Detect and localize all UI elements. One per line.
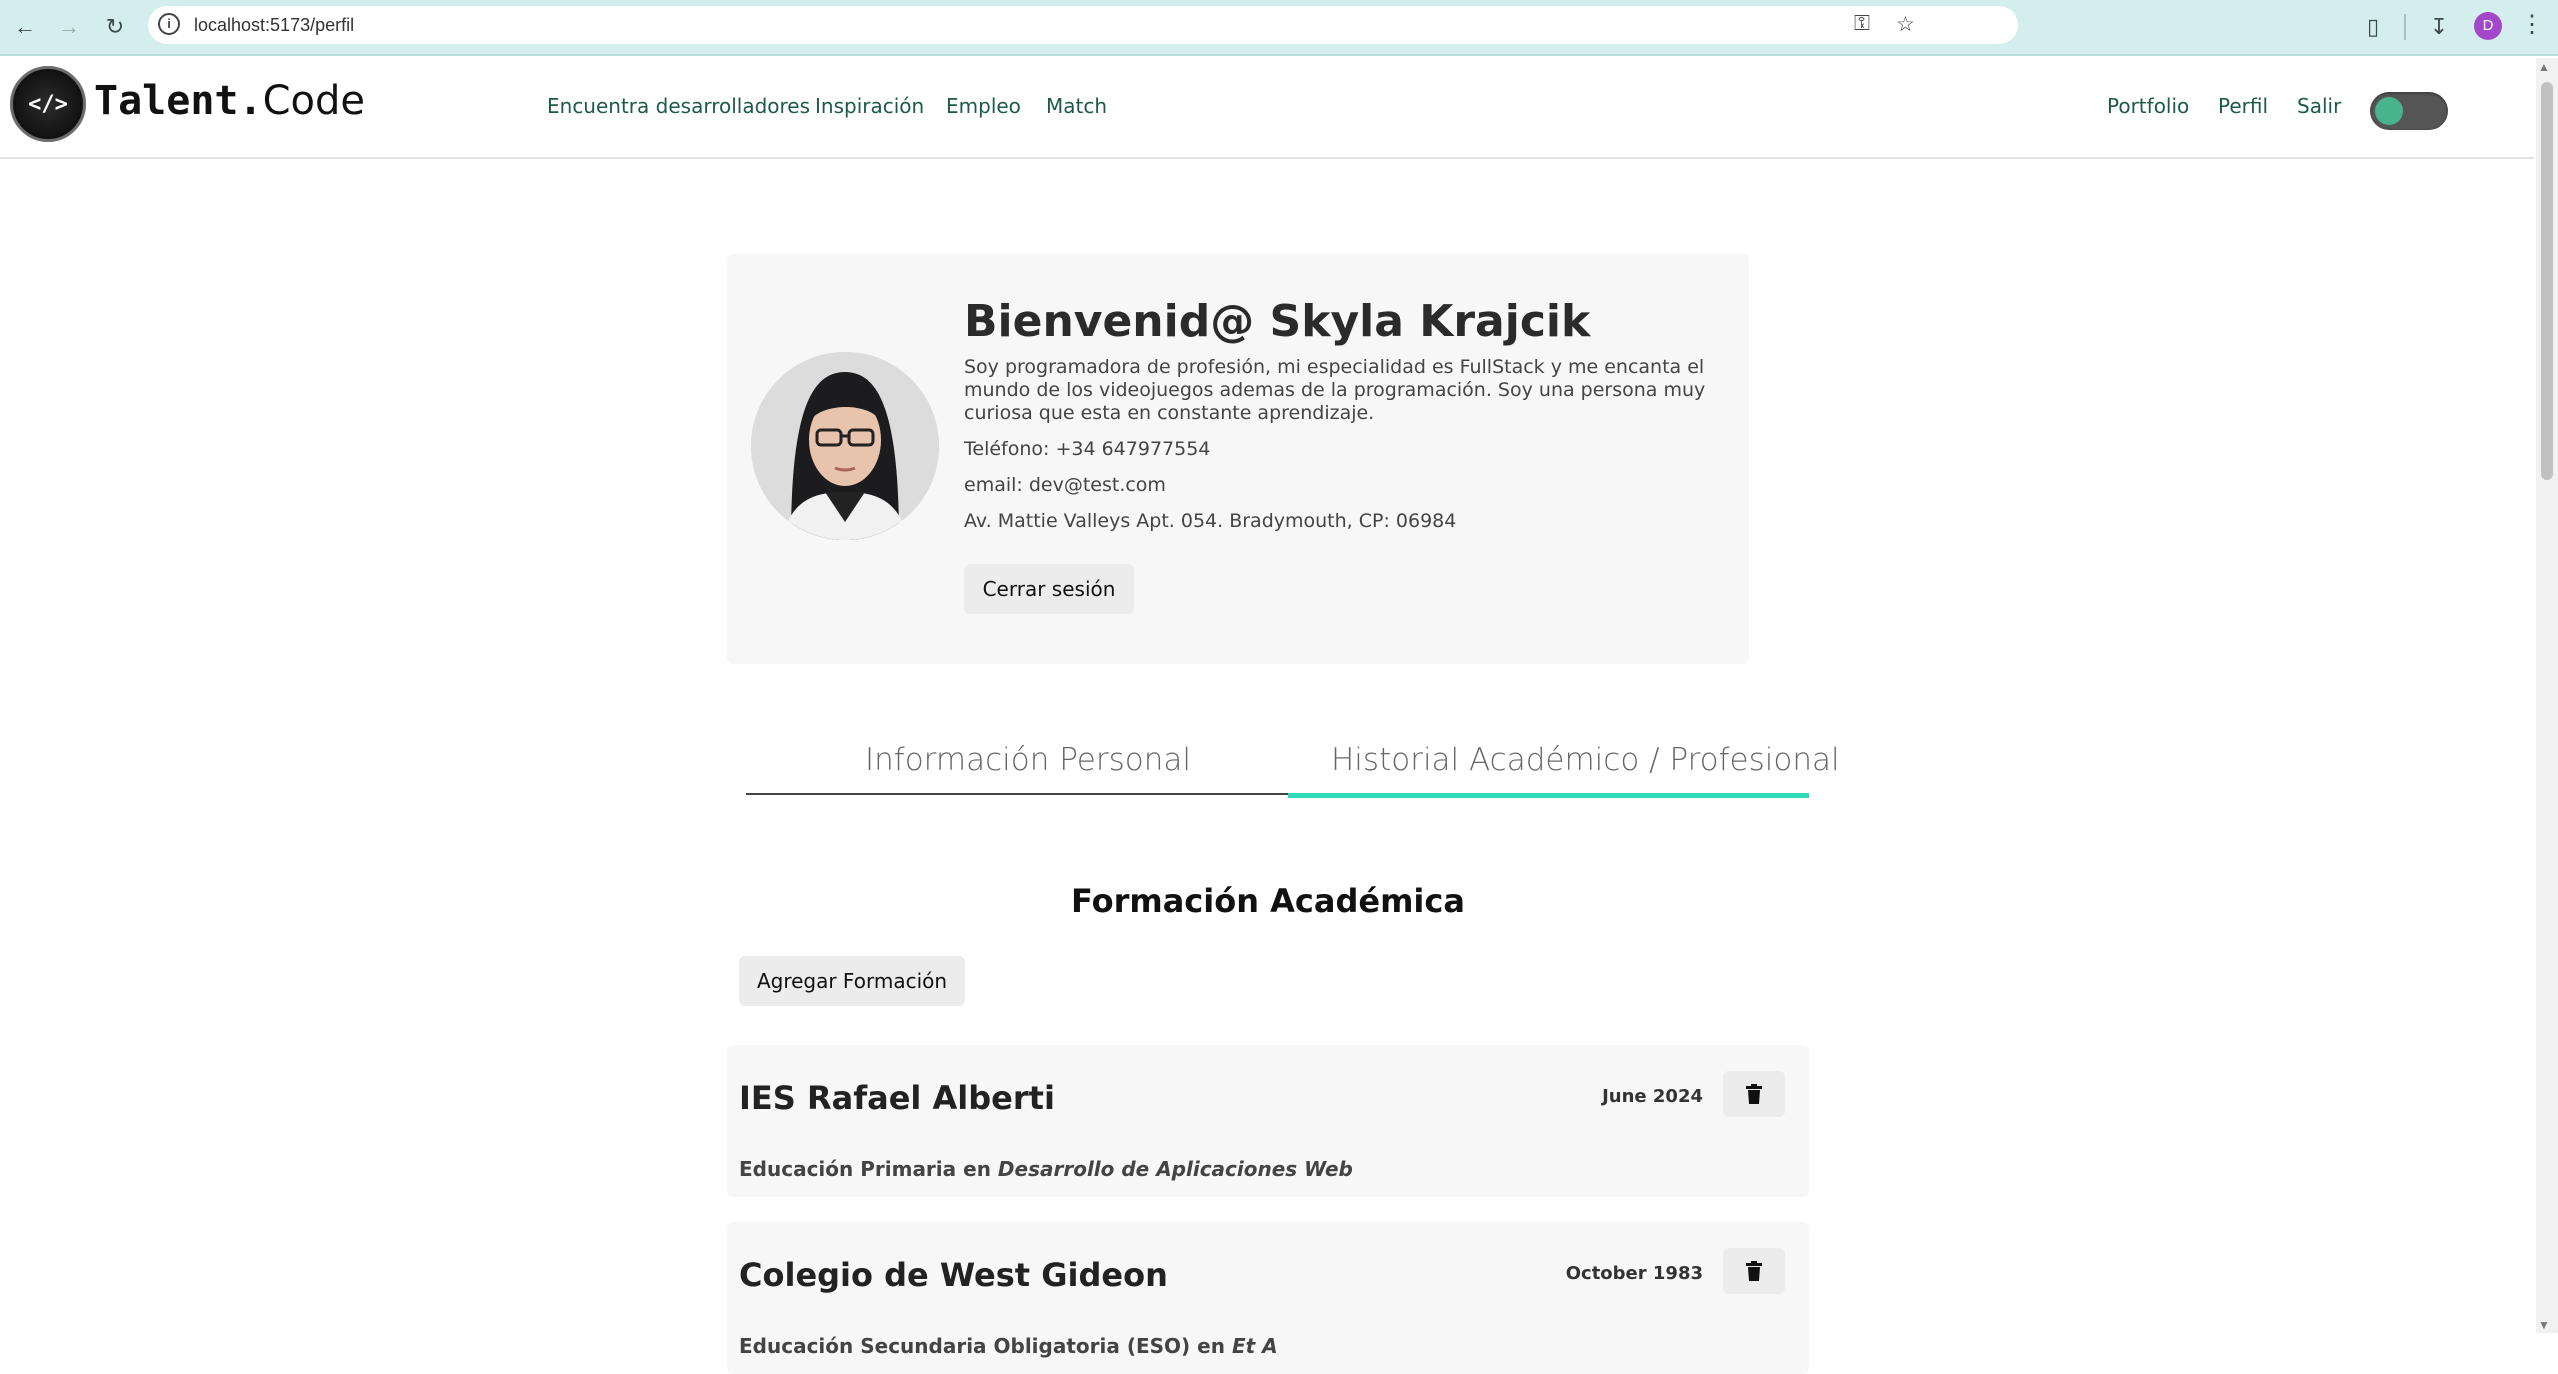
profile-bio: Soy programadora de profesión, mi especi… [964, 356, 1706, 424]
reload-icon[interactable]: ↻ [98, 10, 132, 44]
tab-informacion-personal[interactable]: Información Personal [865, 742, 1191, 778]
nav-link-perfil[interactable]: Perfil [2218, 94, 2268, 118]
delete-entry-button[interactable] [1723, 1248, 1785, 1294]
education-entry: Colegio de West Gideon October 1983 Educ… [727, 1222, 1809, 1374]
toolbar-divider [2404, 14, 2406, 40]
welcome-heading: Bienvenid@ Skyla Krajcik [964, 296, 1591, 347]
education-field: Et A [1231, 1334, 1278, 1358]
brand-name[interactable]: Talent.Code [94, 78, 365, 124]
tab-historial-academico[interactable]: Historial Académico / Profesional [1331, 742, 1840, 778]
download-icon[interactable]: ↧ [2422, 10, 2456, 44]
profile-address: Av. Mattie Valleys Apt. 054. Bradymouth,… [964, 510, 1457, 532]
education-date: October 1983 [1565, 1263, 1703, 1284]
profile-email: email: dev@test.com [964, 474, 1166, 496]
back-arrow-icon[interactable]: ← [8, 10, 42, 44]
logout-button[interactable]: Cerrar sesión [964, 564, 1134, 614]
section-title-formacion: Formación Académica [1071, 882, 1465, 920]
nav-link-empleo[interactable]: Empleo [946, 94, 1021, 118]
education-connector: en [963, 1157, 991, 1181]
scroll-down-icon[interactable]: ▼ [2538, 1318, 2550, 1332]
trash-icon [1746, 1261, 1762, 1281]
browser-profile-avatar[interactable]: D [2474, 12, 2502, 40]
theme-toggle[interactable] [2370, 92, 2448, 130]
tab-underline-inactive [746, 793, 1288, 795]
site-info-icon[interactable]: i [158, 13, 180, 35]
delete-entry-button[interactable] [1723, 1071, 1785, 1117]
education-level: Educación Secundaria Obligatoria (ESO) [739, 1334, 1191, 1358]
address-bar[interactable]: i localhost:5173/perfil ⚿ ☆ [148, 6, 2018, 44]
trash-icon [1746, 1084, 1762, 1104]
education-entry: IES Rafael Alberti June 2024 Educación P… [727, 1045, 1809, 1197]
nav-link-salir[interactable]: Salir [2297, 94, 2341, 118]
brand-light: Code [262, 78, 365, 124]
forward-arrow-icon[interactable]: → [52, 10, 86, 44]
logo-icon[interactable]: </> [10, 66, 86, 142]
education-institution: Colegio de West Gideon [739, 1256, 1168, 1294]
avatar [751, 352, 939, 540]
education-detail: Educación Secundaria Obligatoria (ESO) e… [739, 1334, 1278, 1358]
bookmark-star-icon[interactable]: ☆ [1896, 12, 1915, 37]
tab-underline-active [1288, 793, 1809, 798]
scroll-up-icon[interactable]: ▲ [2538, 60, 2550, 74]
nav-link-encuentra-desarrolladores[interactable]: Encuentra desarrolladores [547, 94, 810, 118]
url-text[interactable]: localhost:5173/perfil [194, 15, 354, 36]
education-connector: en [1197, 1334, 1225, 1358]
nav-link-portfolio[interactable]: Portfolio [2107, 94, 2189, 118]
education-detail: Educación Primaria en Desarrollo de Apli… [739, 1157, 1353, 1181]
extensions-icon[interactable]: ▯ [2356, 10, 2390, 44]
brand-bold: Talent [94, 78, 239, 124]
profile-card: Bienvenid@ Skyla Krajcik Soy programador… [727, 254, 1749, 664]
education-date: June 2024 [1602, 1086, 1703, 1107]
scrollbar-thumb[interactable] [2541, 82, 2553, 480]
site-header: </> Talent.Code Encuentra desarrolladore… [0, 56, 2534, 159]
password-key-icon[interactable]: ⚿ [1854, 12, 1870, 36]
logo-glyph: </> [28, 91, 68, 117]
nav-link-inspiracion[interactable]: Inspiración [815, 94, 924, 118]
add-formacion-button[interactable]: Agregar Formación [739, 956, 965, 1006]
education-institution: IES Rafael Alberti [739, 1079, 1055, 1117]
education-level: Educación Primaria [739, 1157, 957, 1181]
browser-menu-icon[interactable]: ⋮ [2520, 10, 2544, 39]
nav-link-match[interactable]: Match [1046, 94, 1107, 118]
toggle-knob [2375, 97, 2403, 125]
browser-toolbar: ← → ↻ i localhost:5173/perfil ⚿ ☆ ▯ ↧ D … [0, 0, 2558, 56]
profile-phone: Teléfono: +34 647977554 [964, 438, 1211, 460]
education-field: Desarrollo de Aplicaciones Web [997, 1157, 1353, 1181]
brand-dot: . [238, 78, 263, 124]
